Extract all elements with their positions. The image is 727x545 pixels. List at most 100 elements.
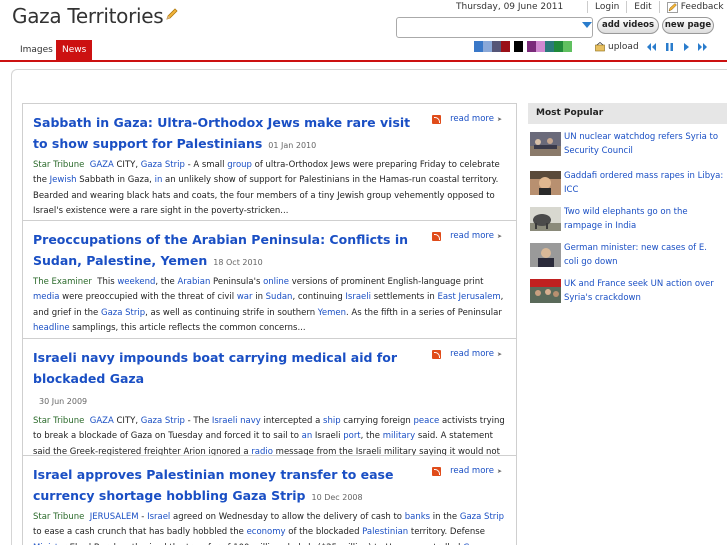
article-source: Star Tribune — [33, 512, 85, 522]
read-more[interactable]: read more ➤ — [432, 114, 502, 124]
read-more-link[interactable]: read more — [450, 114, 494, 124]
tab-news[interactable]: News — [56, 40, 93, 60]
upload-label[interactable]: upload — [608, 42, 639, 52]
inline-link[interactable]: Israel — [147, 512, 170, 522]
popular-item-link[interactable]: German minister: new cases of E. coli go… — [564, 242, 724, 269]
inline-link[interactable]: JERUSALEM — [90, 512, 139, 522]
fast-forward-icon[interactable] — [697, 42, 708, 52]
news-thumbnail[interactable] — [530, 132, 561, 156]
inline-link[interactable]: group — [227, 160, 252, 170]
popular-item-link[interactable]: UK and France seek UN action over Syria'… — [564, 278, 724, 305]
article-summary: The Examiner This weekend, the Arabian P… — [33, 275, 506, 337]
popular-item[interactable]: German minister: new cases of E. coli go… — [528, 239, 727, 269]
color-swatch[interactable] — [492, 41, 501, 52]
inline-link[interactable]: Yemen — [318, 308, 346, 318]
rewind-icon[interactable] — [646, 42, 657, 52]
login-link[interactable]: Login — [595, 2, 619, 12]
news-thumbnail[interactable] — [530, 171, 561, 195]
upload-icon[interactable] — [595, 42, 605, 52]
inline-link[interactable]: GAZA — [90, 416, 114, 426]
article-source: Star Tribune — [33, 160, 85, 170]
play-icon[interactable] — [681, 42, 692, 52]
inline-link[interactable]: Gaza Strip — [141, 416, 185, 426]
popular-item-link[interactable]: UN nuclear watchdog refers Syria to Secu… — [564, 131, 724, 158]
site-title[interactable]: Gaza Territories — [12, 4, 179, 28]
popular-item[interactable]: Gaddafi ordered mass rapes in Libya: ICC — [528, 167, 727, 197]
read-more[interactable]: read more ➤ — [432, 349, 502, 359]
article-card: Preoccupations of the Arabian Peninsula:… — [22, 220, 517, 346]
search-input[interactable] — [396, 17, 593, 38]
inline-link[interactable]: media — [33, 292, 59, 302]
popular-item-link[interactable]: Gaddafi ordered mass rapes in Libya: ICC — [564, 170, 724, 197]
color-swatch[interactable] — [483, 41, 492, 52]
article-text-segment: settlements in — [371, 292, 438, 303]
pause-icon[interactable] — [664, 42, 675, 52]
current-date: Thursday, 09 June 2011 — [456, 2, 564, 12]
inline-link[interactable]: headline — [33, 323, 70, 333]
inline-link[interactable]: Israeli — [345, 292, 371, 302]
article-card: Sabbath in Gaza: Ultra-Orthodox Jews mak… — [22, 103, 517, 229]
read-more-link[interactable]: read more — [450, 231, 494, 241]
color-swatch[interactable] — [514, 41, 523, 52]
inline-link[interactable]: GAZA — [90, 160, 114, 170]
read-more-link[interactable]: read more — [450, 466, 494, 476]
read-more[interactable]: read more ➤ — [432, 466, 502, 476]
news-thumbnail[interactable] — [530, 243, 561, 267]
rss-icon[interactable] — [432, 349, 442, 359]
feedback-icon[interactable] — [666, 1, 678, 13]
inline-link[interactable]: Gaza Strip — [101, 308, 145, 318]
inline-link[interactable]: war — [237, 292, 253, 302]
inline-link[interactable]: Palestinian — [362, 527, 408, 537]
color-swatch[interactable] — [527, 41, 536, 52]
inline-link[interactable]: banks — [405, 512, 430, 522]
inline-link[interactable]: military — [383, 431, 415, 441]
article-card: Israel approves Palestinian money transf… — [22, 455, 517, 545]
article-text-segment: in — [252, 292, 266, 303]
inline-link[interactable]: ship — [323, 416, 341, 426]
popular-item-link[interactable]: Two wild elephants go on the rampage in … — [564, 206, 724, 233]
inline-link[interactable]: economy — [247, 527, 286, 537]
article-text-segment: to ease a cash crunch that has badly hob… — [33, 527, 247, 538]
color-swatch[interactable] — [554, 41, 563, 52]
news-thumbnail[interactable] — [530, 279, 561, 303]
inline-link[interactable]: Gaza Strip — [460, 512, 504, 522]
color-swatch[interactable] — [536, 41, 545, 52]
rss-icon[interactable] — [432, 466, 442, 476]
article-text-segment: were preoccupied with the threat of civi… — [59, 292, 237, 303]
popular-item[interactable]: Two wild elephants go on the rampage in … — [528, 203, 727, 233]
article-text-segment: - — [138, 512, 148, 522]
rss-icon[interactable] — [432, 114, 442, 124]
arrow-icon: ➤ — [496, 232, 502, 240]
inline-link[interactable]: Jewish — [50, 175, 77, 185]
inline-link[interactable]: online — [263, 277, 289, 287]
chevron-down-icon[interactable] — [582, 22, 592, 28]
color-swatch[interactable] — [545, 41, 554, 52]
inline-link[interactable]: East Jerusalem — [437, 292, 500, 302]
tab-images[interactable]: Images — [14, 40, 59, 60]
inline-link[interactable]: Israeli navy — [212, 416, 261, 426]
feedback-link[interactable]: Feedback — [681, 2, 724, 12]
read-more[interactable]: read more ➤ — [432, 231, 502, 241]
inline-link[interactable]: weekend — [117, 277, 155, 287]
divider — [626, 1, 628, 13]
rss-icon[interactable] — [432, 231, 442, 241]
popular-item[interactable]: UK and France seek UN action over Syria'… — [528, 275, 727, 305]
new-page-button[interactable]: new page — [662, 17, 714, 34]
pencil-icon[interactable] — [165, 7, 179, 21]
inline-link[interactable]: Sudan — [266, 292, 293, 302]
edit-link[interactable]: Edit — [634, 2, 651, 12]
inline-link[interactable]: port — [343, 431, 360, 441]
read-more-link[interactable]: read more — [450, 349, 494, 359]
color-swatch[interactable] — [563, 41, 572, 52]
article-summary: Star Tribune GAZA CITY, Gaza Strip - A s… — [33, 158, 506, 220]
color-swatch[interactable] — [501, 41, 510, 52]
news-thumbnail[interactable] — [530, 207, 561, 231]
color-swatch[interactable] — [474, 41, 483, 52]
inline-link[interactable]: an — [302, 431, 313, 441]
popular-item[interactable]: UN nuclear watchdog refers Syria to Secu… — [528, 128, 727, 158]
inline-link[interactable]: Arabian — [177, 277, 210, 287]
add-videos-button[interactable]: add videos — [597, 17, 659, 34]
inline-link[interactable]: Gaza Strip — [141, 160, 185, 170]
article-text-segment: intercepted a — [260, 416, 324, 426]
inline-link[interactable]: peace — [414, 416, 440, 426]
